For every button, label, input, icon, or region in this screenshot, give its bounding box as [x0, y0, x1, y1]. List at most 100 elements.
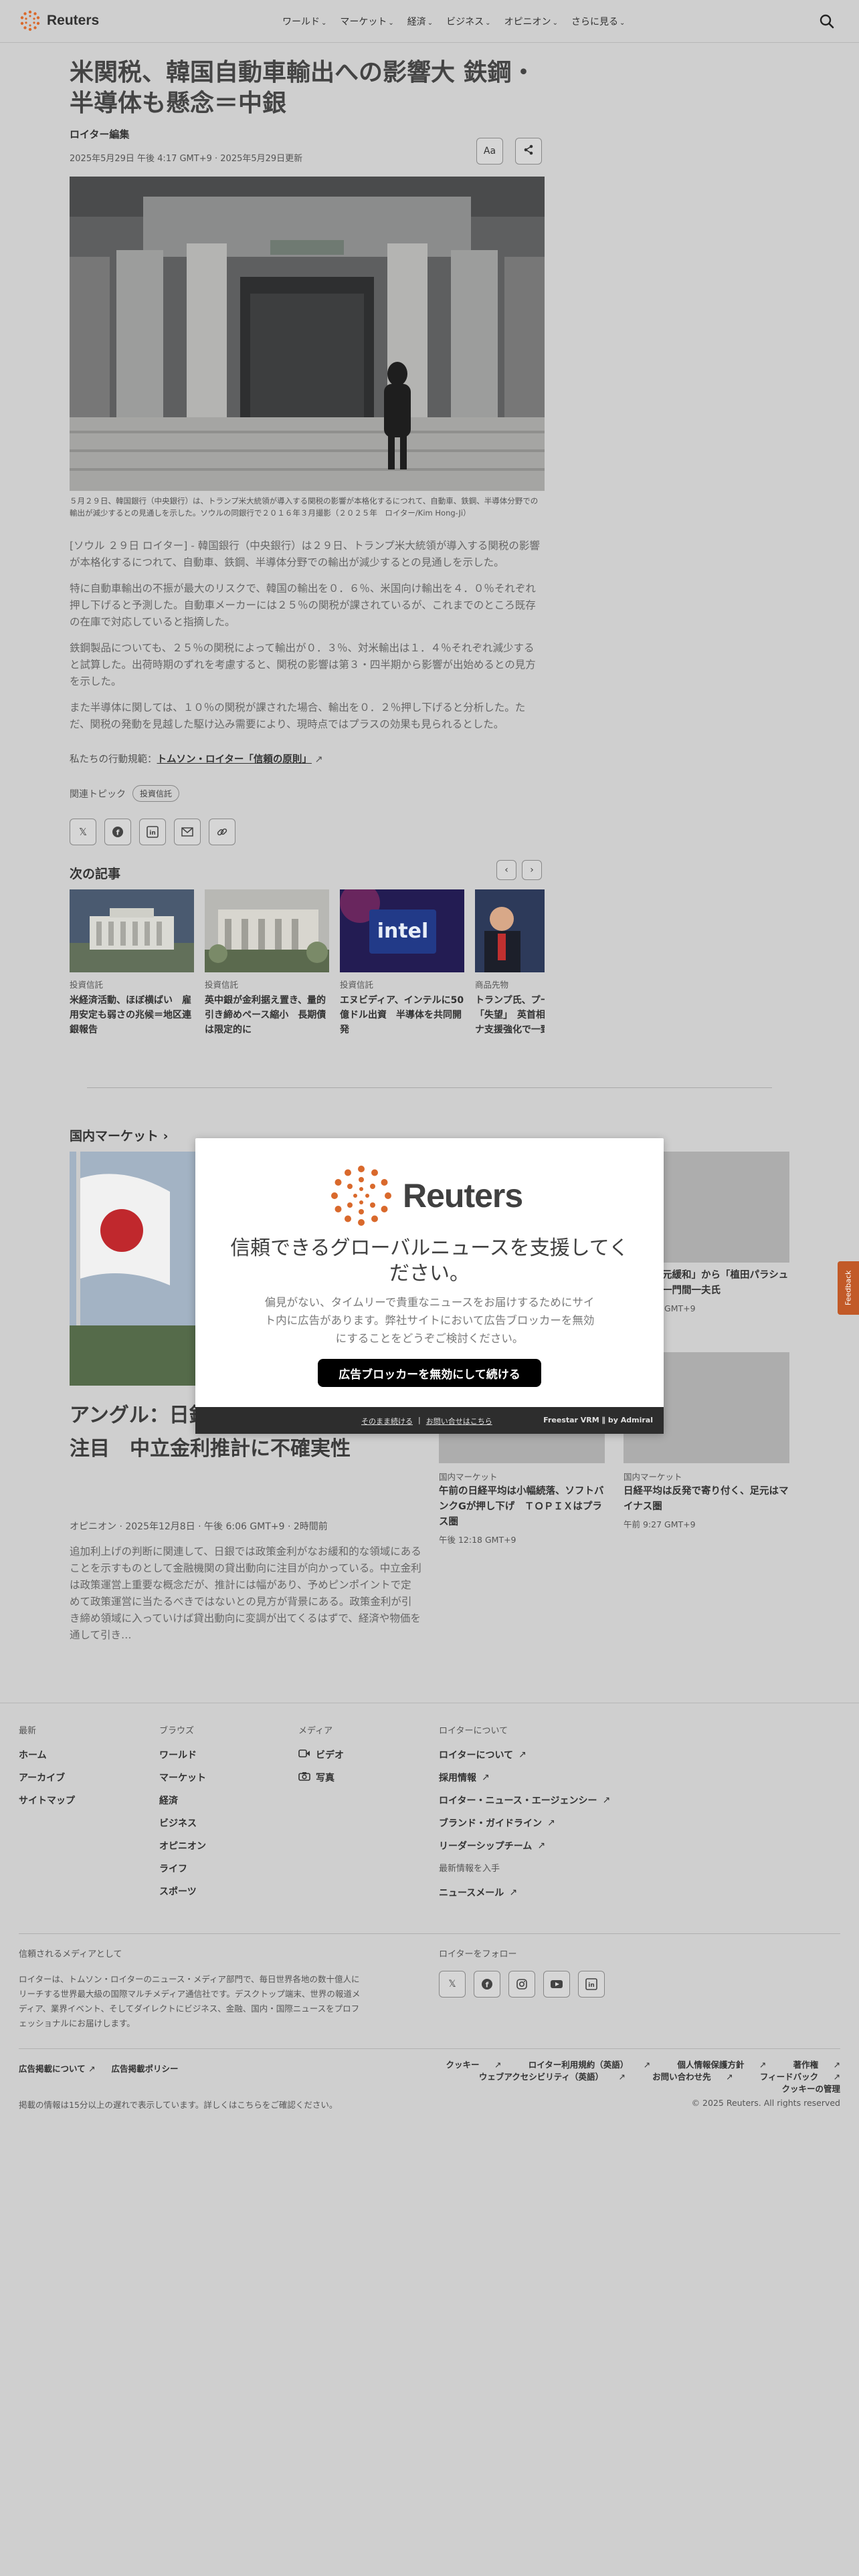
trust-principles-link[interactable]: トムソン・ロイター「信頼の原則」 — [157, 754, 312, 765]
footer-link[interactable]: アーカイブ — [19, 1771, 75, 1784]
feedback-tab[interactable]: Feedback — [838, 1261, 859, 1315]
share-button[interactable] — [515, 138, 542, 165]
text-size-button[interactable]: Aa — [476, 138, 503, 165]
linkedin-icon[interactable]: in — [578, 1971, 605, 1998]
chevron-left-icon: ‹ — [504, 865, 508, 875]
footer-link-photos[interactable]: 写真 — [298, 1771, 344, 1784]
nav-label: 経済 — [407, 17, 426, 27]
legal-link-label: フィードバック — [759, 2072, 819, 2082]
nav-world[interactable]: ワールド ⌄ — [282, 15, 326, 28]
trusted-heading-wrap: 信頼されるメディアとして — [19, 1947, 122, 1971]
card-title[interactable]: エヌビディア、インテルに50億ドル出資 半導体を共同開発 — [340, 993, 464, 1037]
footer-link-video[interactable]: ビデオ — [298, 1748, 344, 1761]
footer-link[interactable]: マーケット — [159, 1771, 206, 1784]
carousel-prev-button[interactable]: ‹ — [496, 860, 516, 880]
search-icon[interactable] — [818, 12, 836, 31]
nav-opinion[interactable]: オピニオン ⌄ — [504, 15, 558, 28]
email-share-icon[interactable] — [174, 819, 201, 845]
principles-prefix: 私たちの行動規範： — [70, 754, 157, 765]
youtube-icon[interactable] — [543, 1971, 570, 1998]
video-icon — [298, 1749, 310, 1761]
disable-adblocker-button[interactable]: 広告ブロッカーを無効にして続ける — [318, 1359, 541, 1387]
nav-more[interactable]: さらに見る ⌄ — [571, 15, 625, 28]
legal-link[interactable]: 著作権 ↗ — [781, 2060, 840, 2070]
legal-link-label: 広告掲載について — [19, 2064, 86, 2074]
nav-business[interactable]: ビジネス ⌄ — [446, 15, 490, 28]
topic-chip[interactable]: 投資信託 — [132, 785, 180, 802]
footer-link[interactable]: 採用情報 ↗ — [439, 1771, 610, 1784]
nav-markets[interactable]: マーケット ⌄ — [340, 15, 393, 28]
x-icon[interactable]: 𝕏 — [439, 1971, 466, 1998]
svg-text:in: in — [149, 830, 156, 837]
footer-link[interactable]: スポーツ — [159, 1885, 206, 1898]
footer-link[interactable]: ロイター・ニュース・エージェンシー ↗ — [439, 1794, 610, 1807]
legal-link[interactable]: ウェブアクセシビリティ（英語） ↗ — [467, 2072, 626, 2082]
next-article-card[interactable]: 投資信託 英中銀が金利据え置き、量的引き締めペース縮小 長期債は限定的に — [205, 889, 329, 1050]
site-header: Reuters ワールド ⌄ マーケット ⌄ 経済 ⌄ ビジネス ⌄ オピニオン ⌄ さら… — [0, 0, 859, 43]
legal-link[interactable]: クッキーの管理 — [781, 2084, 840, 2094]
carousel-next-button[interactable]: › — [522, 860, 542, 880]
continue-anyway-link[interactable]: そのまま続ける — [361, 1416, 413, 1426]
hero-caption: ５月２９日、韓国銀行（中央銀行）は、トランプ米大統領が導入する関税の影響が本格化… — [70, 496, 539, 518]
contact-link[interactable]: お問い合せはこちら — [426, 1416, 492, 1426]
domestic-markets-link[interactable]: 国内マーケット › — [70, 1126, 168, 1144]
external-link-icon: ↗ — [618, 2072, 626, 2082]
card-title[interactable]: トランプ氏、プーチン氏に「失望」 英首相とウクライナ支援強化で一致 — [475, 993, 545, 1037]
external-link-icon: ↗ — [726, 2072, 733, 2082]
lead-story-meta: オピニオン · 2025年12月8日 · 午後 6:06 GMT+9 · 2時間… — [70, 1521, 328, 1532]
story-title[interactable]: 午前の日経平均は小幅続落、ソフトバンクGが押し下げ ＴＯＰＩＸはプラス圏 — [439, 1484, 605, 1530]
section-heading: 国内マーケット — [70, 1129, 159, 1144]
footer-link[interactable]: 経済 — [159, 1794, 206, 1807]
legal-link[interactable]: クッキー ↗ — [434, 2060, 501, 2070]
article-title: 米関税、韓国自動車輸出への影響大 鉄鋼・半導体も懸念＝中銀 — [70, 59, 536, 117]
delay-note: 掲載の情報は15分以上の遅れで表示しています。詳しくはこちらをご確認ください。 — [19, 2100, 338, 2110]
chevron-down-icon: ⌄ — [619, 19, 626, 27]
story-title[interactable]: 日経平均は反発で寄り付く、足元はマイナス圏 — [624, 1484, 789, 1515]
instagram-icon[interactable] — [508, 1971, 535, 1998]
footer-col-heading: 最新情報を入手 — [439, 1864, 500, 1874]
footer-link[interactable]: リーダーシップチーム ↗ — [439, 1839, 610, 1852]
footer-link[interactable]: ライフ — [159, 1862, 206, 1875]
footer-link[interactable]: ロイターについて ↗ — [439, 1748, 610, 1761]
follow-heading: ロイターをフォロー — [439, 1949, 517, 1959]
trust-principles: 私たちの行動規範：トムソン・ロイター「信頼の原則」 ↗ — [70, 752, 323, 766]
footer-link[interactable]: オピニオン — [159, 1839, 206, 1852]
legal-link[interactable]: 広告掲載ポリシー — [111, 2062, 178, 2074]
legal-link[interactable]: 個人情報保護方針 ↗ — [665, 2060, 766, 2070]
next-article-card[interactable]: intel 投資信託 エヌビディア、インテルに50億ドル出資 半導体を共同開発 — [340, 889, 464, 1050]
legal-link[interactable]: ロイター利用規約（英語） ↗ — [516, 2060, 650, 2070]
footer-link-label: 採用情報 — [439, 1773, 476, 1784]
footer-link-label: ロイター・ニュース・エージェンシー — [439, 1796, 597, 1806]
footer-link[interactable]: ワールド — [159, 1748, 206, 1761]
legal-link[interactable]: 広告掲載について ↗ — [19, 2062, 95, 2074]
footer-link[interactable]: ブランド・ガイドライン ↗ — [439, 1816, 610, 1830]
external-link-icon: ↗ — [88, 2064, 96, 2074]
legal-link[interactable]: お問い合わせ先 ↗ — [640, 2072, 733, 2082]
modal-logo-text: Reuters — [403, 1177, 523, 1214]
reuters-logo[interactable]: Reuters — [19, 9, 99, 32]
article-paragraph: [ソウル ２９日 ロイター] - 韓国銀行（中央銀行）は２９日、トランプ米大統領… — [70, 540, 540, 568]
article-byline[interactable]: ロイター編集 — [70, 127, 129, 141]
footer-link[interactable]: サイトマップ — [19, 1794, 75, 1807]
link-separator: | — [418, 1416, 421, 1424]
reuters-logo-icon — [19, 9, 41, 32]
card-title[interactable]: 英中銀が金利据え置き、量的引き締めペース縮小 長期債は限定的に — [205, 993, 329, 1037]
copy-link-icon[interactable] — [209, 819, 235, 845]
facebook-icon[interactable]: f — [474, 1971, 500, 1998]
footer-link[interactable]: ニュースメール ↗ — [439, 1886, 517, 1899]
story-kicker: 国内マーケット — [439, 1472, 498, 1482]
next-article-card[interactable]: 投資信託 米経済活動、ほぼ横ばい 雇用安定も弱さの兆候＝地区連銀報告 — [70, 889, 194, 1050]
story-kicker: 国内マーケット — [624, 1472, 682, 1482]
legal-link-label: ウェブアクセシビリティ（英語） — [478, 2072, 603, 2082]
nav-economy[interactable]: 経済 ⌄ — [407, 15, 433, 28]
linkedin-share-icon[interactable]: in — [139, 819, 166, 845]
footer-link[interactable]: ホーム — [19, 1748, 75, 1761]
follow-heading-wrap: ロイターをフォロー — [439, 1947, 516, 1971]
x-share-icon[interactable]: 𝕏 — [70, 819, 96, 845]
trusted-heading: 信頼されるメディアとして — [19, 1949, 122, 1959]
card-title[interactable]: 米経済活動、ほぼ横ばい 雇用安定も弱さの兆候＝地区連銀報告 — [70, 993, 194, 1037]
footer-link[interactable]: ビジネス — [159, 1816, 206, 1830]
facebook-share-icon[interactable]: f — [104, 819, 131, 845]
next-article-card[interactable]: 商品先物 トランプ氏、プーチン氏に「失望」 英首相とウクライナ支援強化で一致 — [475, 889, 545, 1050]
legal-link[interactable]: フィードバック ↗ — [748, 2072, 840, 2082]
